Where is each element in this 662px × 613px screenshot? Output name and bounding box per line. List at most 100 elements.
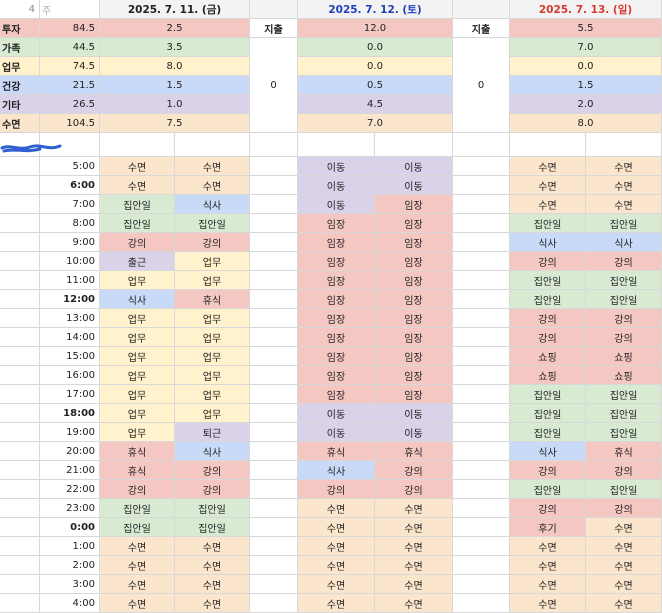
row-spacer-cell[interactable] (0, 556, 40, 575)
empty-cell[interactable] (453, 347, 510, 366)
category-day-value[interactable]: 0.0 (298, 57, 453, 76)
category-label[interactable]: 투자 (0, 19, 40, 38)
empty-cell[interactable] (453, 328, 510, 347)
activity-cell[interactable]: 업무 (175, 271, 250, 290)
activity-cell[interactable]: 수면 (586, 537, 662, 556)
empty-cell[interactable] (453, 366, 510, 385)
empty-cell[interactable] (453, 594, 510, 613)
activity-cell[interactable]: 수면 (586, 594, 662, 613)
activity-cell[interactable]: 집안일 (586, 214, 662, 233)
category-day-value[interactable]: 7.5 (100, 114, 250, 133)
empty-cell[interactable] (250, 442, 298, 461)
empty-cell[interactable] (250, 195, 298, 214)
activity-cell[interactable]: 집안일 (586, 290, 662, 309)
activity-cell[interactable]: 쇼핑 (586, 347, 662, 366)
activity-cell[interactable]: 집안일 (100, 499, 175, 518)
activity-cell[interactable]: 임장 (298, 347, 375, 366)
row-spacer-cell[interactable] (0, 290, 40, 309)
empty-cell[interactable] (453, 195, 510, 214)
activity-cell[interactable]: 집안일 (100, 195, 175, 214)
empty-cell[interactable] (453, 271, 510, 290)
activity-cell[interactable]: 강의 (586, 461, 662, 480)
row-spacer-cell[interactable] (0, 518, 40, 537)
category-day-value[interactable]: 12.0 (298, 19, 453, 38)
time-label[interactable]: 16:00 (40, 366, 100, 385)
row-spacer-cell[interactable] (0, 157, 40, 176)
row-spacer-cell[interactable] (0, 404, 40, 423)
category-day-value[interactable]: 0.0 (298, 38, 453, 57)
activity-cell[interactable]: 집안일 (510, 290, 586, 309)
row-spacer-cell[interactable] (0, 575, 40, 594)
expense-label[interactable]: 지출 (250, 19, 298, 38)
row-spacer-cell[interactable] (0, 233, 40, 252)
empty-cell[interactable] (250, 214, 298, 233)
activity-cell[interactable]: 수면 (298, 575, 375, 594)
activity-cell[interactable]: 집안일 (510, 271, 586, 290)
time-label[interactable]: 5:00 (40, 157, 100, 176)
activity-cell[interactable]: 업무 (175, 252, 250, 271)
activity-cell[interactable]: 이동 (298, 423, 375, 442)
date-header[interactable]: 2025. 7. 12. (토) (298, 0, 453, 19)
empty-cell[interactable] (453, 309, 510, 328)
activity-cell[interactable]: 임장 (375, 385, 453, 404)
activity-cell[interactable]: 수면 (586, 556, 662, 575)
empty-cell[interactable] (250, 271, 298, 290)
activity-cell[interactable]: 임장 (375, 271, 453, 290)
activity-cell[interactable]: 강의 (586, 252, 662, 271)
activity-cell[interactable]: 업무 (175, 347, 250, 366)
empty-cell[interactable] (453, 499, 510, 518)
activity-cell[interactable]: 수면 (510, 195, 586, 214)
activity-cell[interactable]: 후기 (510, 518, 586, 537)
activity-cell[interactable]: 쇼핑 (510, 347, 586, 366)
activity-cell[interactable]: 수면 (298, 556, 375, 575)
blank-cell[interactable] (298, 133, 375, 157)
activity-cell[interactable]: 업무 (175, 385, 250, 404)
category-day-value[interactable]: 1.5 (100, 76, 250, 95)
empty-cell[interactable] (250, 290, 298, 309)
activity-cell[interactable]: 수면 (298, 499, 375, 518)
activity-cell[interactable]: 강의 (375, 461, 453, 480)
activity-cell[interactable]: 임장 (298, 271, 375, 290)
activity-cell[interactable]: 수면 (586, 157, 662, 176)
activity-cell[interactable]: 이동 (375, 176, 453, 195)
activity-cell[interactable]: 수면 (375, 537, 453, 556)
empty-cell[interactable] (250, 518, 298, 537)
empty-cell[interactable] (453, 385, 510, 404)
activity-cell[interactable]: 수면 (586, 195, 662, 214)
category-day-value[interactable]: 5.5 (510, 19, 662, 38)
category-day-value[interactable]: 7.0 (298, 114, 453, 133)
activity-cell[interactable]: 휴식 (586, 442, 662, 461)
time-label[interactable]: 13:00 (40, 309, 100, 328)
activity-cell[interactable]: 집안일 (175, 518, 250, 537)
row-spacer-cell[interactable] (0, 252, 40, 271)
empty-cell[interactable] (453, 442, 510, 461)
category-day-value[interactable]: 0.0 (510, 57, 662, 76)
activity-cell[interactable]: 집안일 (175, 214, 250, 233)
time-label[interactable]: 0:00 (40, 518, 100, 537)
activity-cell[interactable]: 집안일 (586, 480, 662, 499)
activity-cell[interactable]: 수면 (510, 594, 586, 613)
activity-cell[interactable]: 업무 (100, 328, 175, 347)
activity-cell[interactable]: 이동 (298, 176, 375, 195)
activity-cell[interactable]: 쇼핑 (510, 366, 586, 385)
activity-cell[interactable]: 임장 (298, 233, 375, 252)
activity-cell[interactable]: 휴식 (100, 442, 175, 461)
activity-cell[interactable]: 쇼핑 (586, 366, 662, 385)
time-label[interactable]: 20:00 (40, 442, 100, 461)
activity-cell[interactable]: 임장 (375, 252, 453, 271)
blank-cell[interactable] (453, 133, 510, 157)
activity-cell[interactable]: 휴식 (175, 290, 250, 309)
activity-cell[interactable]: 수면 (298, 594, 375, 613)
category-day-value[interactable]: 2.0 (510, 95, 662, 114)
activity-cell[interactable]: 임장 (298, 328, 375, 347)
activity-cell[interactable]: 임장 (298, 290, 375, 309)
activity-cell[interactable]: 집안일 (586, 271, 662, 290)
activity-cell[interactable]: 임장 (298, 366, 375, 385)
activity-cell[interactable]: 식사 (586, 233, 662, 252)
activity-cell[interactable]: 수면 (175, 556, 250, 575)
empty-cell[interactable] (453, 537, 510, 556)
activity-cell[interactable]: 이동 (298, 404, 375, 423)
activity-cell[interactable]: 이동 (375, 157, 453, 176)
empty-cell[interactable] (453, 157, 510, 176)
activity-cell[interactable]: 수면 (175, 594, 250, 613)
